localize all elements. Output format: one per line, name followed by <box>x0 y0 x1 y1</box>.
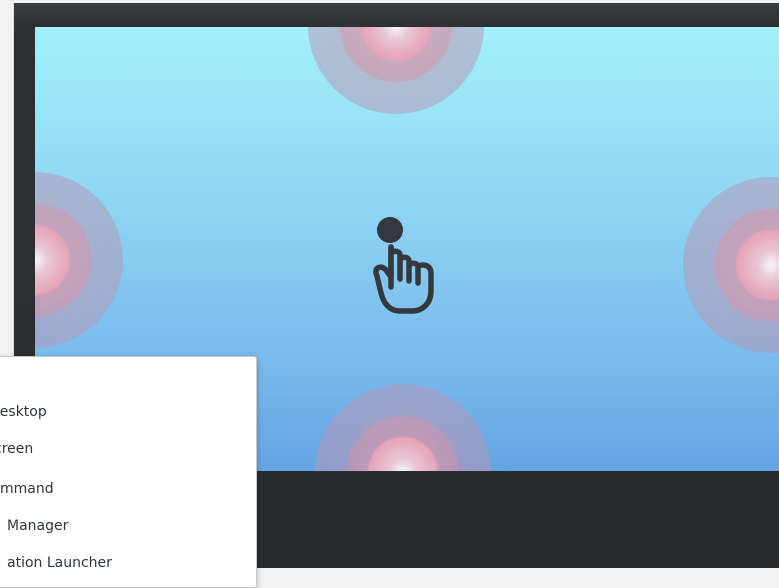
menu-item-4[interactable]: mmand <box>0 475 240 503</box>
context-menu: on Desktop creen mmand Manager ation Lau… <box>0 356 257 588</box>
touch-target-ring-bottom[interactable] <box>315 384 491 471</box>
menu-item-5[interactable]: Manager <box>7 512 247 540</box>
touch-target-ring-top[interactable] <box>308 27 484 114</box>
touch-target-ring-right[interactable] <box>683 177 779 353</box>
menu-item-2[interactable]: Desktop <box>0 398 229 426</box>
menu-item-1[interactable]: on <box>0 362 222 390</box>
touch-hand-icon <box>373 217 434 314</box>
touch-target-ring-left[interactable] <box>35 172 123 348</box>
menu-item-3[interactable]: creen <box>0 435 234 463</box>
menu-item-6[interactable]: ation Launcher <box>7 549 247 577</box>
